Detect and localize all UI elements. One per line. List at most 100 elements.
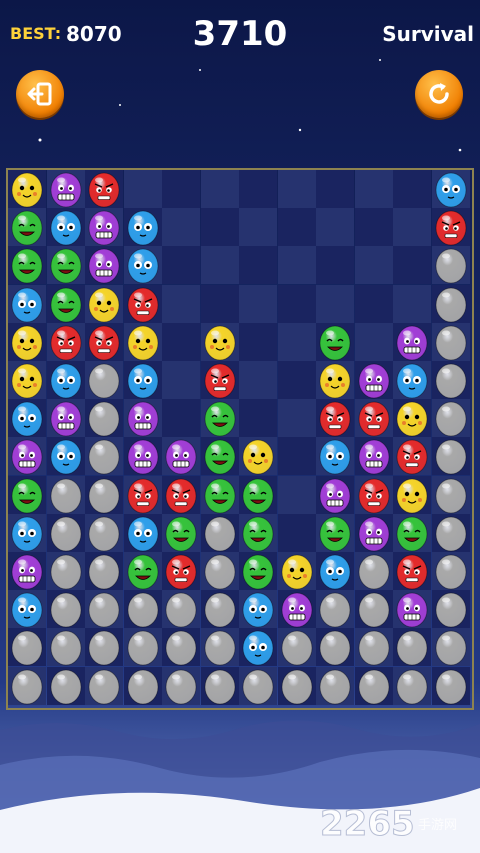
board-cell[interactable] [277,361,316,399]
purple-egg[interactable] [125,399,161,437]
yellow-egg[interactable] [202,323,238,361]
board-cell[interactable] [200,208,239,247]
gray-egg[interactable] [125,667,161,705]
green-egg[interactable] [202,437,238,475]
gray-egg[interactable] [86,628,122,666]
board-cell[interactable] [162,246,200,285]
green-egg[interactable] [163,514,199,552]
gray-egg[interactable] [48,476,84,514]
board-cell[interactable] [162,208,200,247]
blue-egg[interactable] [125,514,161,552]
yellow-egg[interactable] [86,285,122,323]
board-cell[interactable] [277,170,316,208]
red-egg[interactable] [125,285,161,323]
purple-egg[interactable] [48,170,84,208]
gray-egg[interactable] [48,552,84,590]
gray-egg[interactable] [86,437,122,475]
red-egg[interactable] [433,208,469,246]
yellow-egg[interactable] [394,399,430,437]
purple-egg[interactable] [86,246,122,284]
red-egg[interactable] [356,476,392,514]
gray-egg[interactable] [433,246,469,284]
board-cell[interactable] [316,246,354,285]
gray-egg[interactable] [86,476,122,514]
purple-egg[interactable] [356,437,392,475]
gray-egg[interactable] [433,590,469,628]
gray-egg[interactable] [48,514,84,552]
gray-egg[interactable] [125,628,161,666]
board-cell[interactable] [162,170,200,208]
gray-egg[interactable] [394,628,430,666]
green-egg[interactable] [48,285,84,323]
board-cell[interactable] [393,208,431,247]
gray-egg[interactable] [317,628,353,666]
blue-egg[interactable] [394,361,430,399]
red-egg[interactable] [163,552,199,590]
gray-egg[interactable] [433,552,469,590]
yellow-egg[interactable] [240,437,276,475]
purple-egg[interactable] [356,361,392,399]
board-cell[interactable] [162,399,200,438]
board-cell[interactable] [200,246,239,285]
green-egg[interactable] [317,323,353,361]
board-cell[interactable] [239,361,277,399]
exit-button[interactable] [16,70,64,118]
purple-egg[interactable] [9,437,45,475]
board-cell[interactable] [354,170,393,208]
blue-egg[interactable] [9,514,45,552]
board-cell[interactable] [393,284,431,323]
blue-egg[interactable] [9,590,45,628]
board-cell[interactable] [277,399,316,438]
purple-egg[interactable] [394,323,430,361]
gray-egg[interactable] [163,667,199,705]
board-cell[interactable] [354,208,393,247]
blue-egg[interactable] [125,361,161,399]
gray-egg[interactable] [202,514,238,552]
green-egg[interactable] [9,476,45,514]
red-egg[interactable] [48,323,84,361]
green-egg[interactable] [240,552,276,590]
purple-egg[interactable] [317,476,353,514]
board-cell[interactable] [239,208,277,247]
board-cell[interactable] [277,322,316,361]
purple-egg[interactable] [125,437,161,475]
gray-egg[interactable] [86,514,122,552]
gray-egg[interactable] [86,399,122,437]
gray-egg[interactable] [9,667,45,705]
green-egg[interactable] [394,514,430,552]
gray-egg[interactable] [279,628,315,666]
board-cell[interactable] [200,284,239,323]
gray-egg[interactable] [48,628,84,666]
red-egg[interactable] [86,170,122,208]
purple-egg[interactable] [356,514,392,552]
board-cell[interactable] [277,513,316,552]
gray-egg[interactable] [9,628,45,666]
board-cell[interactable] [239,399,277,438]
red-egg[interactable] [202,361,238,399]
gray-egg[interactable] [86,667,122,705]
green-egg[interactable] [202,399,238,437]
blue-egg[interactable] [9,399,45,437]
gray-egg[interactable] [433,361,469,399]
yellow-egg[interactable] [9,361,45,399]
purple-egg[interactable] [163,437,199,475]
green-egg[interactable] [317,514,353,552]
gray-egg[interactable] [240,667,276,705]
board-cell[interactable] [277,284,316,323]
board-cell[interactable] [239,246,277,285]
board-cell[interactable] [277,437,316,476]
blue-egg[interactable] [240,590,276,628]
blue-egg[interactable] [433,170,469,208]
board-cell[interactable] [393,246,431,285]
purple-egg[interactable] [279,590,315,628]
gray-egg[interactable] [48,667,84,705]
gray-egg[interactable] [86,552,122,590]
gray-egg[interactable] [356,628,392,666]
blue-egg[interactable] [48,361,84,399]
gray-egg[interactable] [86,361,122,399]
gray-egg[interactable] [433,476,469,514]
purple-egg[interactable] [86,208,122,246]
green-egg[interactable] [125,552,161,590]
blue-egg[interactable] [317,552,353,590]
gray-egg[interactable] [48,590,84,628]
